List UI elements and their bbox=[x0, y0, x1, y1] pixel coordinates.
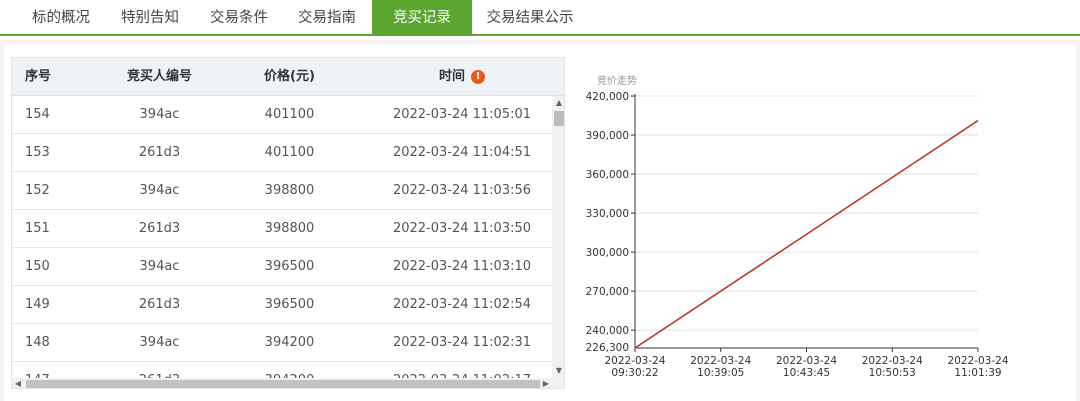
cell-time: 2022-03-24 11:02:54 bbox=[392, 297, 532, 312]
cell-time: 2022-03-24 11:03:56 bbox=[392, 183, 532, 198]
cell-bidder: 261d3 bbox=[138, 297, 181, 312]
tab-special-notice[interactable]: 特别告知 bbox=[107, 0, 193, 34]
y-tick-label: 360,000 bbox=[586, 169, 629, 181]
cell-seq: 153 bbox=[25, 145, 50, 160]
tab-bid-records[interactable]: 竞买记录 bbox=[372, 0, 472, 34]
x-tick-date: 2022-03-24 bbox=[947, 355, 1008, 367]
x-tick-time: 10:39:05 bbox=[697, 367, 744, 379]
scrollbar-corner bbox=[552, 378, 564, 388]
y-tick-label: 390,000 bbox=[586, 130, 629, 142]
cell-bidder: 394ac bbox=[139, 259, 180, 274]
tab-trade-guide[interactable]: 交易指南 bbox=[284, 0, 370, 34]
cell-bidder: 261d3 bbox=[102, 362, 217, 378]
y-tick-label: 300,000 bbox=[586, 247, 629, 259]
scroll-right-icon[interactable]: ▶ bbox=[540, 379, 552, 388]
table-row: 150 394ac 396500 2022-03-24 11:03:10 bbox=[12, 248, 552, 286]
cell-price: 394200 bbox=[232, 362, 347, 378]
scroll-left-icon[interactable]: ◀ bbox=[12, 379, 24, 388]
cell-time: 2022-03-24 11:03:50 bbox=[392, 221, 532, 236]
horizontal-scrollbar[interactable]: ◀ ▶ bbox=[12, 378, 552, 388]
cell-bidder: 394ac bbox=[139, 107, 180, 122]
header-bidder: 竞买人编号 bbox=[126, 69, 192, 84]
cell-time: 2022-03-24 11:04:51 bbox=[392, 145, 532, 160]
x-tick-time: 11:01:39 bbox=[954, 367, 1001, 379]
x-tick-time: 10:43:45 bbox=[783, 367, 830, 379]
horizontal-scroll-thumb[interactable] bbox=[26, 380, 540, 388]
cell-seq: 154 bbox=[25, 107, 50, 122]
cell-time: 2022-03-24 11:05:01 bbox=[392, 107, 532, 122]
cell-price: 394200 bbox=[264, 335, 315, 350]
vertical-scroll-thumb[interactable] bbox=[554, 111, 564, 126]
table-header: 序号 竞买人编号 价格(元) 时间! bbox=[12, 58, 564, 96]
y-tick-label: 330,000 bbox=[586, 208, 629, 220]
cell-bidder: 394ac bbox=[139, 183, 180, 198]
table-row: 147 261d3 394200 2022-03-24 11:02:17 bbox=[12, 362, 552, 378]
x-tick-date: 2022-03-24 bbox=[776, 355, 837, 367]
cell-seq: 152 bbox=[25, 183, 50, 198]
table-row: 148 394ac 394200 2022-03-24 11:02:31 bbox=[12, 324, 552, 362]
cell-bidder: 394ac bbox=[139, 335, 180, 350]
y-tick-label: 420,000 bbox=[586, 91, 629, 103]
x-tick-time: 10:50:53 bbox=[869, 367, 916, 379]
cell-price: 401100 bbox=[264, 107, 315, 122]
y-tick-label: 240,000 bbox=[586, 325, 629, 337]
table-row: 152 394ac 398800 2022-03-24 11:03:56 bbox=[12, 172, 552, 210]
header-time: 时间! bbox=[372, 58, 552, 96]
cell-bidder: 261d3 bbox=[138, 145, 181, 160]
cell-seq: 149 bbox=[25, 297, 50, 312]
x-tick-date: 2022-03-24 bbox=[604, 355, 665, 367]
cell-price: 398800 bbox=[264, 221, 315, 236]
vertical-scrollbar[interactable]: ▲ ▼ bbox=[552, 96, 564, 378]
cell-time: 2022-03-24 11:02:31 bbox=[392, 335, 532, 350]
cell-time: 2022-03-24 11:03:10 bbox=[392, 259, 532, 274]
cell-seq: 150 bbox=[25, 259, 50, 274]
tab-trade-conditions[interactable]: 交易条件 bbox=[196, 0, 282, 34]
chart-title: 竞价走势 bbox=[597, 76, 637, 87]
series-line bbox=[634, 119, 979, 349]
table-row: 153 261d3 401100 2022-03-24 11:04:51 bbox=[12, 134, 552, 172]
header-seq: 序号 bbox=[25, 69, 52, 84]
table-row: 151 261d3 398800 2022-03-24 11:03:50 bbox=[12, 210, 552, 248]
cell-time: 2022-03-24 11:02:17 bbox=[372, 362, 552, 378]
scroll-up-icon[interactable]: ▲ bbox=[552, 98, 564, 108]
x-tick-date: 2022-03-24 bbox=[690, 355, 751, 367]
table-row: 154 394ac 401100 2022-03-24 11:05:01 bbox=[12, 96, 552, 134]
cell-price: 396500 bbox=[264, 297, 315, 312]
info-alert-icon[interactable]: ! bbox=[471, 70, 485, 84]
x-tick-time: 09:30:22 bbox=[611, 367, 658, 379]
x-tick-date: 2022-03-24 bbox=[862, 355, 923, 367]
cell-price: 398800 bbox=[264, 183, 315, 198]
header-time-label: 时间 bbox=[438, 69, 465, 84]
cell-seq: 151 bbox=[25, 221, 50, 236]
header-price: 价格(元) bbox=[264, 69, 315, 84]
y-tick-label: 270,000 bbox=[586, 286, 629, 298]
bid-records-table: 序号 竞买人编号 价格(元) 时间! 154 394ac 401100 2022-03… bbox=[11, 57, 565, 389]
cell-seq: 147 bbox=[25, 362, 85, 378]
table-row: 149 261d3 396500 2022-03-24 11:02:54 bbox=[12, 286, 552, 324]
cell-bidder: 261d3 bbox=[138, 221, 181, 236]
y-min-label: 226,300 bbox=[586, 342, 629, 354]
tab-bar: 标的概况 特别告知 交易条件 交易指南 竞买记录 交易结果公示 bbox=[0, 0, 1080, 36]
tab-overview[interactable]: 标的概况 bbox=[18, 0, 104, 34]
bid-trend-chart: 420,000 390,000 360,000 330,000 300,000 270,0… bbox=[586, 91, 1009, 379]
scroll-down-icon[interactable]: ▼ bbox=[552, 366, 564, 376]
cell-price: 401100 bbox=[264, 145, 315, 160]
cell-price: 396500 bbox=[264, 259, 315, 274]
table-body: 154 394ac 401100 2022-03-24 11:05:01 153 261d… bbox=[12, 96, 552, 378]
cell-seq: 148 bbox=[25, 335, 50, 350]
tab-trade-results[interactable]: 交易结果公示 bbox=[474, 0, 586, 34]
